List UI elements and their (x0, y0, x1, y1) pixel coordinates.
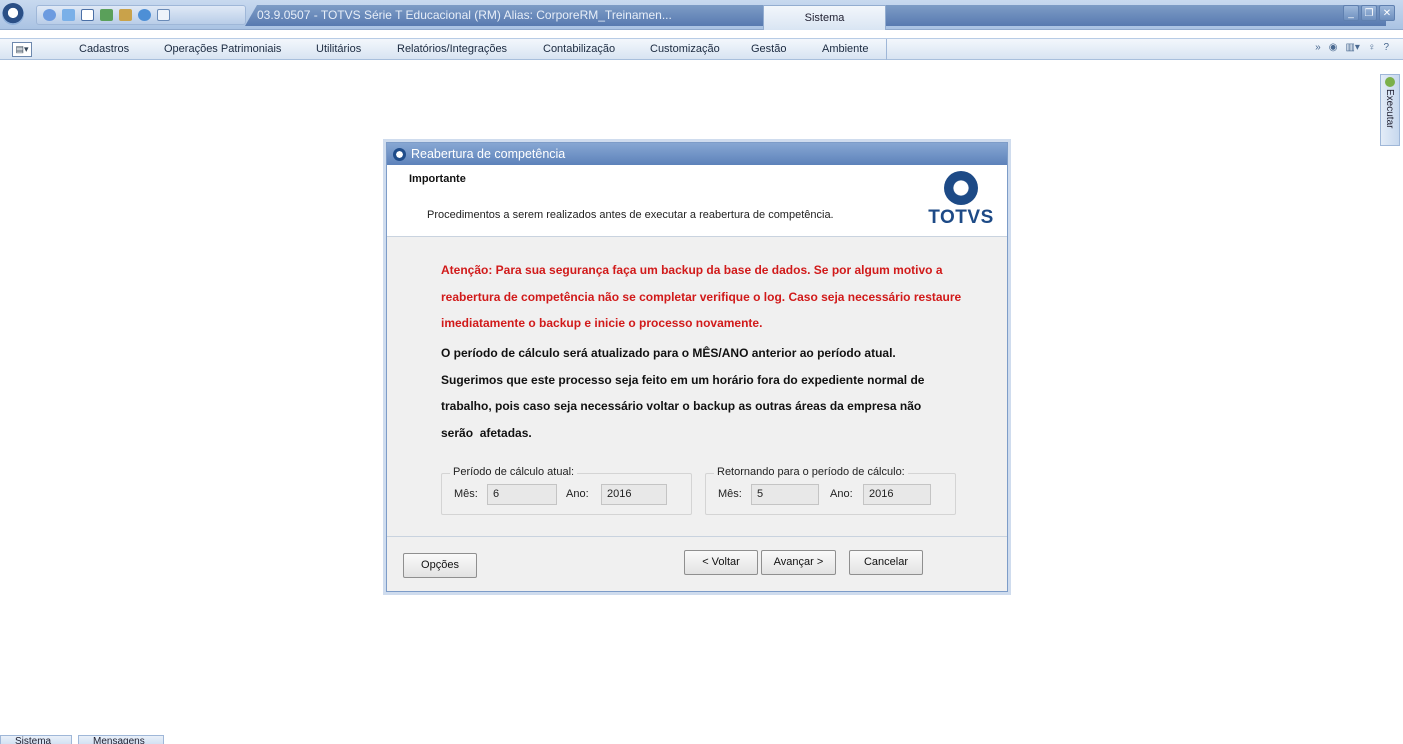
save-icon[interactable] (62, 9, 75, 21)
current-month-label: Mês: (454, 488, 478, 500)
dialog-title: Reabertura de competência (411, 147, 566, 161)
run-icon[interactable] (100, 9, 113, 21)
current-period-group: Período de cálculo atual: Mês: 6 Ano: 20… (441, 466, 692, 515)
info-text: O período de cálculo será atualizado par… (441, 346, 925, 440)
bottom-tab-sistema[interactable]: Sistema (0, 735, 72, 744)
return-year-field[interactable]: 2016 (863, 484, 931, 505)
title-bar: 03.9.0507 - TOTVS Série T Educacional (R… (0, 0, 1403, 30)
gear-icon (1385, 77, 1395, 87)
return-month-field[interactable]: 5 (751, 484, 819, 505)
totvs-logo: TOTVS (922, 171, 1002, 229)
dialog-header: Importante Procedimentos a serem realiza… (387, 165, 1007, 237)
refresh-icon[interactable] (138, 9, 151, 21)
cancel-button[interactable]: Cancelar (849, 550, 923, 575)
totvs-small-icon (393, 148, 406, 161)
menu-bar: ▤▾ Cadastros Operações Patrimoniais Util… (0, 38, 1403, 60)
globe-icon[interactable] (43, 9, 56, 21)
tab-sistema[interactable]: Sistema (763, 5, 886, 30)
header-description: Procedimentos a serem realizados antes d… (427, 209, 834, 221)
dialog-footer: Opções < Voltar Avançar > Cancelar (387, 536, 1007, 591)
return-period-legend: Retornando para o período de cálculo: (714, 466, 908, 478)
return-month-label: Mês: (718, 488, 742, 500)
menu-operacoes-patrimoniais[interactable]: Operações Patrimoniais (164, 43, 281, 55)
window-controls: _ ❐ ✕ (1343, 5, 1395, 21)
tools-icon[interactable] (119, 9, 132, 21)
header-title: Importante (409, 173, 466, 185)
current-year-field[interactable]: 2016 (601, 484, 667, 505)
dialog-body: Atenção: Para sua segurança faça um back… (387, 238, 1007, 536)
dialog-title-bar[interactable]: Reabertura de competência (387, 143, 1007, 165)
options-button[interactable]: Opções (403, 553, 477, 578)
totvs-logo-text: TOTVS (928, 207, 994, 228)
reabertura-dialog: Reabertura de competência Importante Pro… (386, 142, 1008, 592)
return-year-label: Ano: (830, 488, 853, 500)
bottom-tab-mensagens[interactable]: Mensagens (78, 735, 164, 744)
menu-ambiente[interactable]: Ambiente (822, 43, 868, 55)
layout-icon[interactable]: ▥▾ (1345, 42, 1359, 53)
menu-gestao[interactable]: Gestão (751, 43, 786, 55)
current-year-label: Ano: (566, 488, 589, 500)
back-button[interactable]: < Voltar (684, 550, 758, 575)
totvs-logo-icon (944, 171, 978, 205)
executar-label: Executar (1384, 89, 1395, 129)
app-orb-button[interactable] (2, 3, 24, 25)
lightbulb-icon[interactable]: ♀ (1368, 42, 1376, 53)
double-chevron-icon[interactable]: » (1315, 42, 1321, 53)
minimize-icon[interactable]: _ (1343, 5, 1359, 21)
bottom-tab-strip: Sistema Mensagens (0, 735, 1403, 744)
menu-cadastros[interactable]: Cadastros (79, 43, 129, 55)
window-title: 03.9.0507 - TOTVS Série T Educacional (R… (245, 5, 763, 26)
menu-relatorios-integracoes[interactable]: Relatórios/Integrações (397, 43, 507, 55)
close-icon[interactable]: ✕ (1379, 5, 1395, 21)
current-month-field[interactable]: 6 (487, 484, 557, 505)
help-icon[interactable]: ? (1383, 42, 1389, 53)
return-period-group: Retornando para o período de cálculo: Mê… (705, 466, 956, 515)
window-icon[interactable] (81, 9, 94, 21)
menu-right-tools: » ◉ ▥▾ ♀ ? (1315, 42, 1389, 53)
copy-icon[interactable] (157, 9, 170, 21)
menu-contabilizacao[interactable]: Contabilização (543, 43, 615, 55)
quick-access-toolbar (36, 5, 246, 25)
next-button[interactable]: Avançar > (761, 550, 836, 575)
warning-text: Atenção: Para sua segurança faça um back… (441, 263, 962, 330)
restore-icon[interactable]: ❐ (1361, 5, 1377, 21)
menu-customizacao[interactable]: Customização (650, 43, 720, 55)
current-period-legend: Período de cálculo atual: (450, 466, 578, 478)
refresh-icon[interactable]: ◉ (1329, 42, 1338, 53)
menu-utilitarios[interactable]: Utilitários (316, 43, 361, 55)
menu-toggle-icon[interactable]: ▤▾ (12, 42, 32, 57)
executar-side-tab[interactable]: Executar (1380, 74, 1400, 146)
